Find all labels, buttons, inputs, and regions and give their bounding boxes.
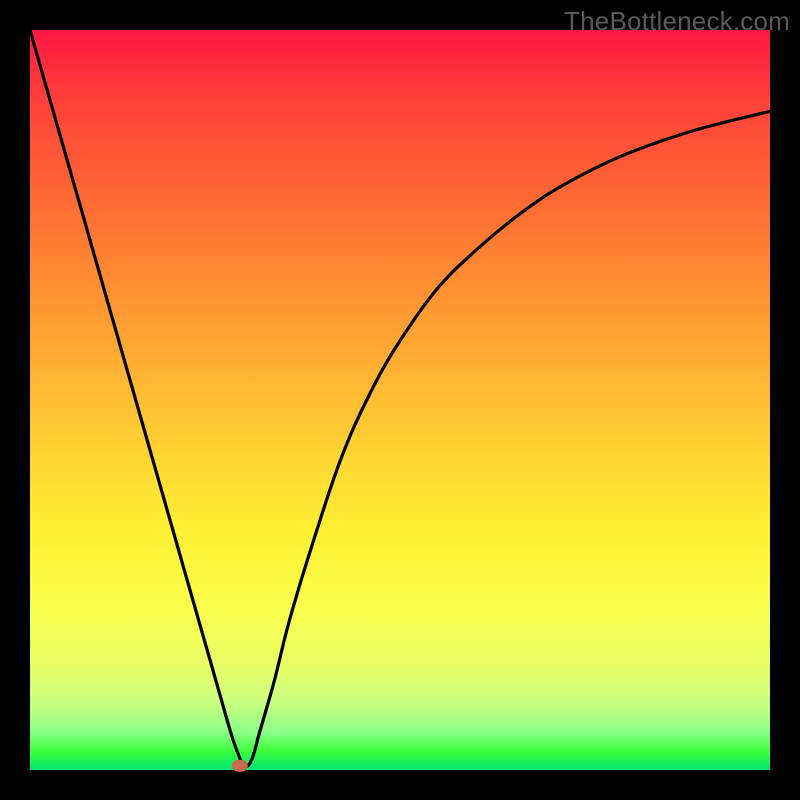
chart-container: TheBottleneck.com — [0, 0, 800, 800]
minimum-marker — [232, 759, 248, 772]
curve-svg — [30, 30, 770, 770]
plot-area — [30, 30, 770, 770]
bottleneck-curve — [30, 30, 770, 767]
